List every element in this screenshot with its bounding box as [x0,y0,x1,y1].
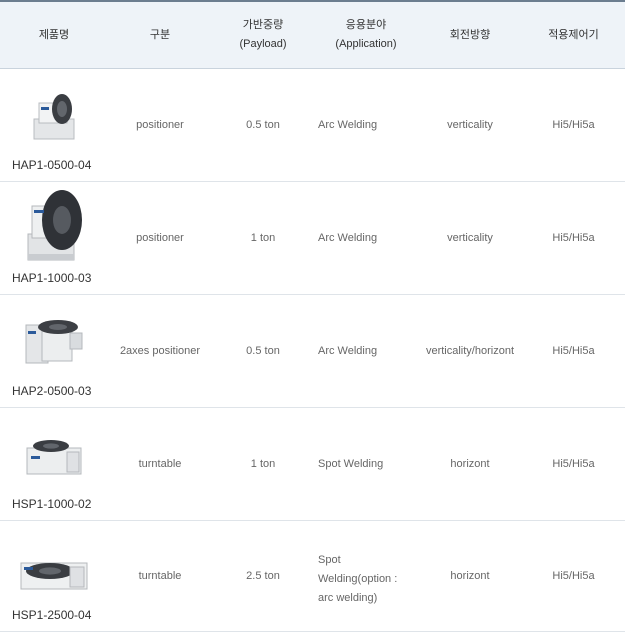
header-rotation: 회전방향 [418,0,522,69]
turntable-small-icon [26,440,82,475]
product-cell: HAP1-1000-03 [0,181,108,295]
header-application-ko: 응용분야 [345,19,387,31]
product-name: HSP1-1000-02 [12,497,92,511]
product-cell: HAP1-0500-04 [0,68,108,182]
cell-payload: 1 ton [212,181,314,295]
application-line: Spot [318,553,341,566]
table-row: HAP1-1000-03 positioner 1 ton Arc Weldin… [0,181,625,295]
cell-payload: 0.5 ton [212,68,314,182]
cell-rotation: verticality [418,181,522,295]
cell-type: positioner [108,181,212,295]
application-multiline: Spot Welding(option : arc welding) [318,551,417,608]
header-payload-en: (Payload) [239,38,287,50]
two-axes-positioner-icon [25,320,83,364]
cell-rotation: verticality [418,68,522,182]
table-row: HSP1-2500-04 turntable 2.5 ton Spot Weld… [0,520,625,632]
application-line: arc welding) [318,591,378,604]
cell-controller: Hi5/Hi5a [522,181,625,295]
cell-application: Spot Welding(option : arc welding) [314,520,418,632]
product-name: HAP1-1000-03 [12,271,92,285]
cell-payload: 0.5 ton [212,294,314,408]
cell-controller: Hi5/Hi5a [522,294,625,408]
table-row: HAP2-0500-03 2axes positioner 0.5 ton Ar… [0,294,625,408]
cell-application: Arc Welding [314,294,418,408]
table-row: HSP1-1000-02 turntable 1 ton Spot Weldin… [0,407,625,521]
table-row: HAP1-0500-04 positioner 0.5 ton Arc Weld… [0,68,625,182]
positioner-small-icon [33,94,75,140]
table-header: 제품명 구분 가반중량 (Payload) 응용분야 (Application) 회… [0,0,625,69]
header-payload: 가반중량 (Payload) [212,0,314,69]
header-application-en: (Application) [335,38,397,50]
cell-payload: 2.5 ton [212,520,314,632]
product-spec-table-container: 제품명 구분 가반중량 (Payload) 응용분야 (Application) 회… [0,0,625,632]
cell-application: Arc Welding [314,181,418,295]
product-spec-table: 제품명 구분 가반중량 (Payload) 응용분야 (Application) 회… [0,0,625,632]
product-cell: HSP1-1000-02 [0,407,108,521]
cell-rotation: horizont [418,520,522,632]
cell-controller: Hi5/Hi5a [522,68,625,182]
application-line: Welding(option : [318,572,398,585]
cell-type: turntable [108,407,212,521]
cell-controller: Hi5/Hi5a [522,520,625,632]
cell-payload: 1 ton [212,407,314,521]
cell-type: 2axes positioner [108,294,212,408]
header-type: 구분 [108,0,212,69]
positioner-large-icon [27,190,82,261]
product-cell: HSP1-2500-04 [0,520,108,632]
cell-application: Spot Welding [314,407,418,521]
header-payload-ko: 가반중량 [242,19,284,31]
header-product-name: 제품명 [0,0,108,69]
cell-application: Arc Welding [314,68,418,182]
product-name: HAP1-0500-04 [12,158,92,172]
cell-rotation: verticality/horizont [418,294,522,408]
product-name: HAP2-0500-03 [12,384,92,398]
cell-controller: Hi5/Hi5a [522,407,625,521]
header-application: 응용분야 (Application) [314,0,418,69]
cell-type: positioner [108,68,212,182]
product-cell: HAP2-0500-03 [0,294,108,408]
product-name: HSP1-2500-04 [12,608,92,622]
header-controller: 적용제어기 [522,0,625,69]
cell-type: turntable [108,520,212,632]
turntable-large-icon [20,562,88,590]
cell-rotation: horizont [418,407,522,521]
